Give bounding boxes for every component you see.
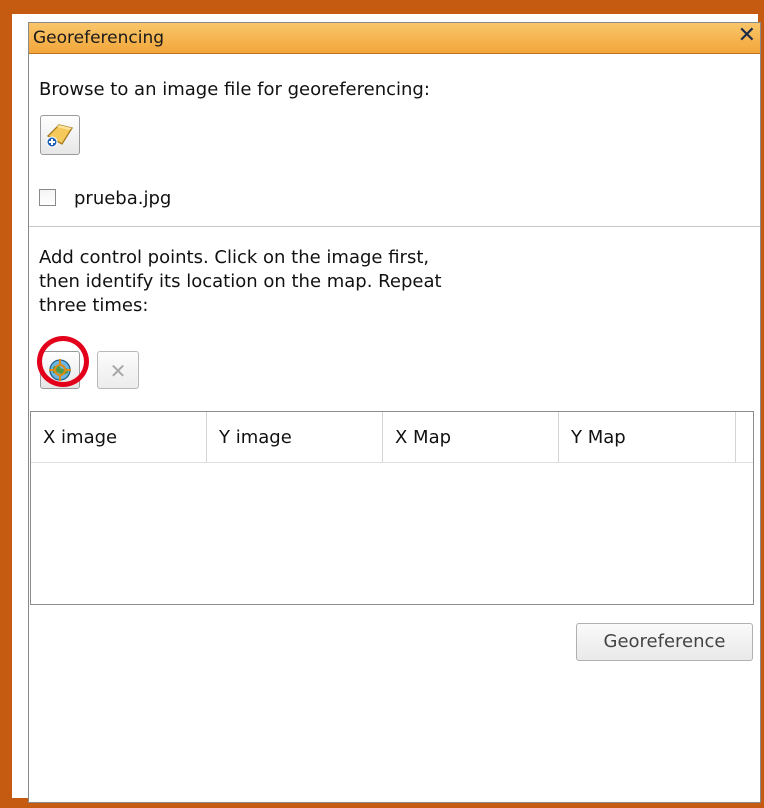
- highlight-circle: [37, 336, 89, 387]
- browse-image-button[interactable]: [40, 115, 80, 155]
- column-label: X Map: [395, 427, 452, 448]
- column-label: X image: [43, 427, 118, 448]
- table-header: X image Y image X Map Y Map: [31, 412, 753, 463]
- column-label: Y Map: [571, 427, 626, 448]
- image-file-name: prueba.jpg: [74, 188, 172, 209]
- column-label: Y image: [219, 427, 292, 448]
- image-file-checkbox[interactable]: [39, 189, 56, 206]
- close-icon[interactable]: ✕: [738, 23, 756, 48]
- title-bar: Georeferencing ✕: [29, 23, 760, 54]
- column-header-y-image[interactable]: Y image: [207, 412, 383, 462]
- column-header-y-map[interactable]: Y Map: [559, 412, 736, 462]
- column-header-x-image[interactable]: X image: [31, 412, 207, 462]
- georeference-button[interactable]: Georeference: [576, 623, 753, 661]
- panel-title: Georeferencing: [33, 28, 165, 48]
- control-points-instruction-line-1: Add control points. Click on the image f…: [39, 247, 430, 268]
- control-points-table[interactable]: X image Y image X Map Y Map: [30, 411, 754, 605]
- georeferencing-panel: Georeferencing ✕ Browse to an image file…: [28, 22, 761, 803]
- column-header-x-map[interactable]: X Map: [383, 412, 559, 462]
- delete-control-point-button[interactable]: ✕: [97, 351, 139, 389]
- control-points-instruction-line-3: three times:: [39, 295, 149, 316]
- control-points-instruction-line-2: then identify its location on the map. R…: [39, 271, 442, 292]
- delete-icon: ✕: [109, 359, 127, 383]
- browse-instruction: Browse to an image file for georeferenci…: [39, 79, 430, 100]
- column-header-filler: [736, 412, 753, 462]
- add-image-icon: [46, 124, 74, 148]
- section-divider: [29, 226, 760, 227]
